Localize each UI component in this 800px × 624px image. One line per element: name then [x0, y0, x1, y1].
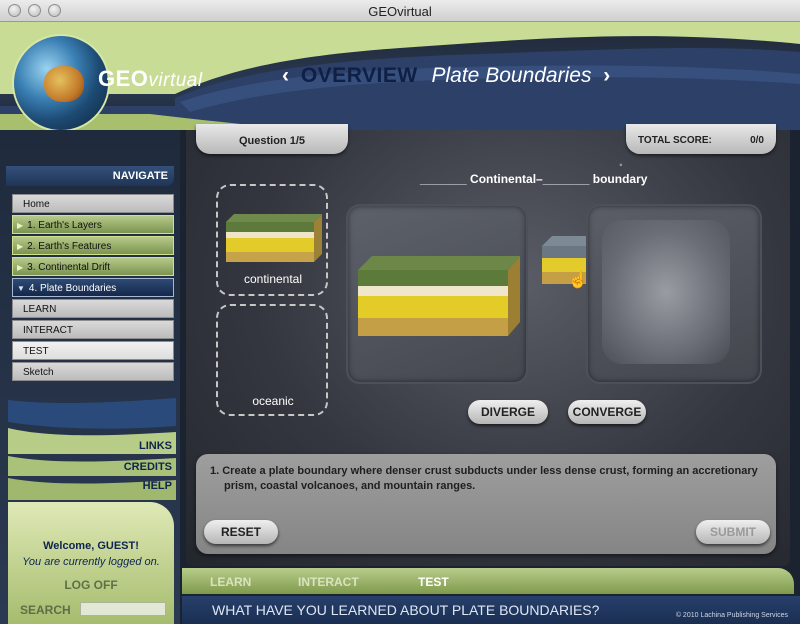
- triangle-right-icon: ▶: [17, 221, 24, 230]
- guiding-question: WHAT HAVE YOU LEARNED ABOUT PLATE BOUNDA…: [212, 602, 600, 618]
- tab-interact[interactable]: INTERACT: [298, 575, 359, 589]
- triangle-down-icon: ▼: [17, 284, 25, 293]
- guiding-question-bar: WHAT HAVE YOU LEARNED ABOUT PLATE BOUNDA…: [182, 596, 800, 624]
- score-value: 0/0: [750, 135, 764, 146]
- sidebar-item-plate-boundaries[interactable]: ▼ 4. Plate Boundaries: [12, 278, 174, 297]
- login-status: You are currently logged on.: [22, 556, 160, 568]
- search-input[interactable]: [80, 602, 166, 616]
- sidebar-item-earths-layers[interactable]: ▶ 1. Earth's Layers: [12, 215, 174, 234]
- score-box: TOTAL SCORE: 0/0: [626, 124, 776, 154]
- mode-tab-strip: LEARN INTERACT TEST: [182, 568, 794, 594]
- sidebar-nav: Home ▶ 1. Earth's Layers ▶ 2. Earth's Feat…: [12, 194, 174, 383]
- sidebar-item-learn[interactable]: LEARN: [12, 299, 174, 318]
- window-titlebar: GEOvirtual: [0, 0, 800, 22]
- sidebar-item-test[interactable]: TEST: [12, 341, 174, 360]
- sidebar: NAVIGATE Home ▶ 1. Earth's Layers ▶ 2. Ear…: [0, 130, 180, 624]
- search-label: SEARCH: [20, 603, 71, 617]
- instruction-text: 1. Create a plate boundary where denser …: [210, 465, 758, 492]
- app-header: GEOvirtual ‹ OVERVIEW Plate Boundaries ›: [0, 22, 800, 130]
- reset-button[interactable]: RESET: [204, 520, 278, 544]
- next-section-arrow-icon[interactable]: ›: [603, 64, 610, 87]
- continental-label: continental: [243, 272, 303, 286]
- continental-crust-block[interactable]: [226, 214, 322, 264]
- bottom-nav: LEARN INTERACT TEST WHAT HAVE YOU LEARNE…: [182, 566, 800, 624]
- credits-button[interactable]: CREDITS: [124, 461, 172, 473]
- user-panel: Welcome, GUEST! You are currently logged…: [8, 502, 174, 624]
- converge-button[interactable]: CONVERGE: [568, 400, 646, 424]
- right-drop-zone[interactable]: [586, 204, 762, 384]
- diverge-button[interactable]: DIVERGE: [468, 400, 548, 424]
- hand-cursor-icon: ☝: [568, 272, 588, 289]
- sidebar-item-interact[interactable]: INTERACT: [12, 320, 174, 339]
- triangle-right-icon: ▶: [17, 242, 24, 251]
- topic-title: Plate Boundaries: [431, 64, 592, 87]
- oceanic-label: oceanic: [252, 394, 294, 408]
- help-button[interactable]: HELP: [143, 480, 172, 492]
- sidebar-item-continental-drift[interactable]: ▶ 3. Continental Drift: [12, 257, 174, 276]
- continental-piece-tray[interactable]: continental: [216, 184, 328, 296]
- app-logo: GEOvirtual: [98, 66, 203, 91]
- links-button[interactable]: LINKS: [139, 440, 172, 452]
- instruction-panel: 1. Create a plate boundary where denser …: [196, 454, 776, 554]
- welcome-text: Welcome, GUEST!: [43, 540, 139, 552]
- boundary-prompt: _______ Continental–_______ boundary: [420, 172, 648, 186]
- globe-logo: [14, 36, 108, 130]
- sidebar-item-home[interactable]: Home: [12, 194, 174, 213]
- window-title: GEOvirtual: [368, 4, 432, 19]
- section-heading: ‹ OVERVIEW Plate Boundaries ›: [276, 64, 616, 88]
- quiz-panel: Question 1/5 TOTAL SCORE: 0/0 _______ Co…: [186, 124, 790, 566]
- tab-learn[interactable]: LEARN: [210, 575, 251, 589]
- triangle-right-icon: ▶: [17, 263, 24, 272]
- placed-continental-block[interactable]: [358, 256, 520, 340]
- sidebar-item-earths-features[interactable]: ▶ 2. Earth's Features: [12, 236, 174, 255]
- navigate-label: NAVIGATE: [6, 166, 174, 186]
- sidebar-item-sketch[interactable]: Sketch: [12, 362, 174, 381]
- previous-section-arrow-icon[interactable]: ‹: [282, 64, 289, 87]
- score-label: TOTAL SCORE:: [638, 135, 712, 146]
- section-title: OVERVIEW: [300, 64, 418, 87]
- log-off-button[interactable]: LOG OFF: [8, 578, 174, 592]
- left-drop-zone[interactable]: [346, 204, 528, 384]
- oceanic-piece-tray[interactable]: oceanic: [216, 304, 328, 416]
- copyright: © 2010 Lachina Publishing Services: [675, 612, 788, 619]
- question-counter: Question 1/5: [196, 124, 348, 154]
- tab-test[interactable]: TEST: [418, 575, 449, 589]
- submit-button[interactable]: SUBMIT: [696, 520, 770, 544]
